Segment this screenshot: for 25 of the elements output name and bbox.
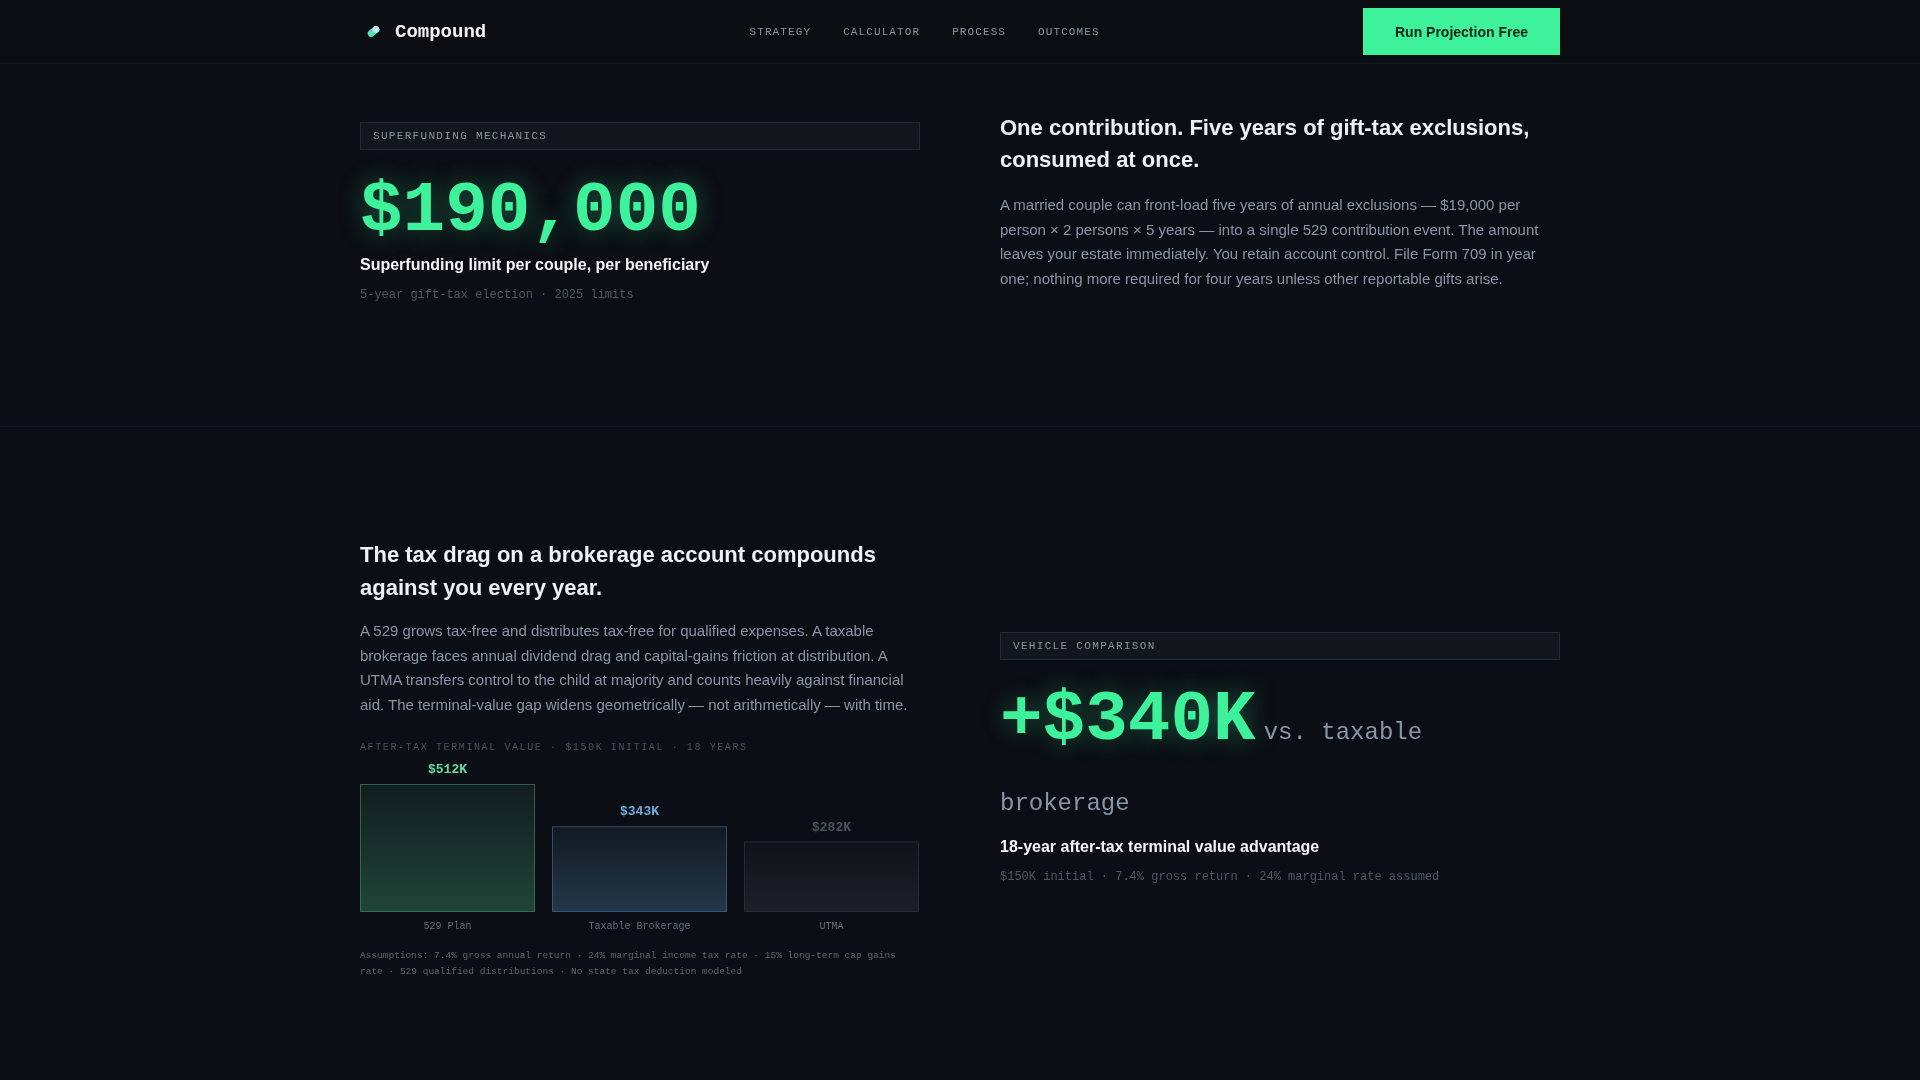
value-caption: Superfunding limit per couple, per beneficiary <box>360 255 710 275</box>
section-paragraph: A married couple can front-load five years of annual exclusions — $19,000 per person × 2 persons × 5 years — into a single 529 contribution event. The amount leaves your estate immediately. You retain account control. File Form 709 in year one; nothing more required for four years unless other reportable gifts arise. <box>1000 195 1540 289</box>
big-value: $190,000 <box>360 176 701 247</box>
chart-title: AFTER-TAX TERMINAL VALUE · $150K INITIAL · 18 YEARS <box>360 740 748 755</box>
nav-link[interactable]: CALCULATOR <box>843 25 921 38</box>
chart-category-label: UTMA <box>819 920 844 932</box>
brand-name: Compound <box>395 20 487 43</box>
section-heading: One contribution. Five years of gift-tax exclusions, consumed at once. <box>1000 114 1531 174</box>
nav-link[interactable]: PROCESS <box>952 25 1007 38</box>
value-note: $150K initial · 7.4% gross return · 24% marginal rate assumed <box>1000 868 1440 886</box>
section-heading: The tax drag on a brokerage account compounds against you every year. <box>360 541 877 602</box>
section-paragraph: A 529 grows tax-free and distributes tax-free for qualified expenses. A taxable brokerage faces annual dividend drag and capital-gains friction at distribution. A UTMA transfers control to the child at majority and counts heavily against financial aid. The terminal-value gap widens geometrically — not arithmetically — with time. <box>360 621 909 716</box>
section-tag: SUPERFUNDING MECHANICS <box>360 122 920 150</box>
nav-link[interactable]: STRATEGY <box>749 25 812 38</box>
chart-value-label: $282K <box>812 819 851 835</box>
chart-value-label: $512K <box>428 761 467 777</box>
value-caption: 18-year after-tax terminal value advantage <box>1000 836 1320 857</box>
section-tag: VEHICLE COMPARISON <box>1000 631 1560 660</box>
chart-category-label: Taxable Brokerage <box>588 920 691 932</box>
assumptions-note: Assumptions: 7.4% gross annual return · 24% marginal income tax rate · 15% long-term cap gains rate · 529 qualified distributions · No state tax deduction modeled <box>360 948 897 979</box>
nav-link[interactable]: OUTCOMES <box>1038 25 1100 38</box>
run-projection-button[interactable]: Run Projection Free <box>1362 8 1560 55</box>
value-note: 5-year gift-tax election · 2025 limits <box>360 287 634 304</box>
chart-value-label: $343K <box>620 804 659 820</box>
chart-category-label: 529 Plan <box>423 920 472 932</box>
